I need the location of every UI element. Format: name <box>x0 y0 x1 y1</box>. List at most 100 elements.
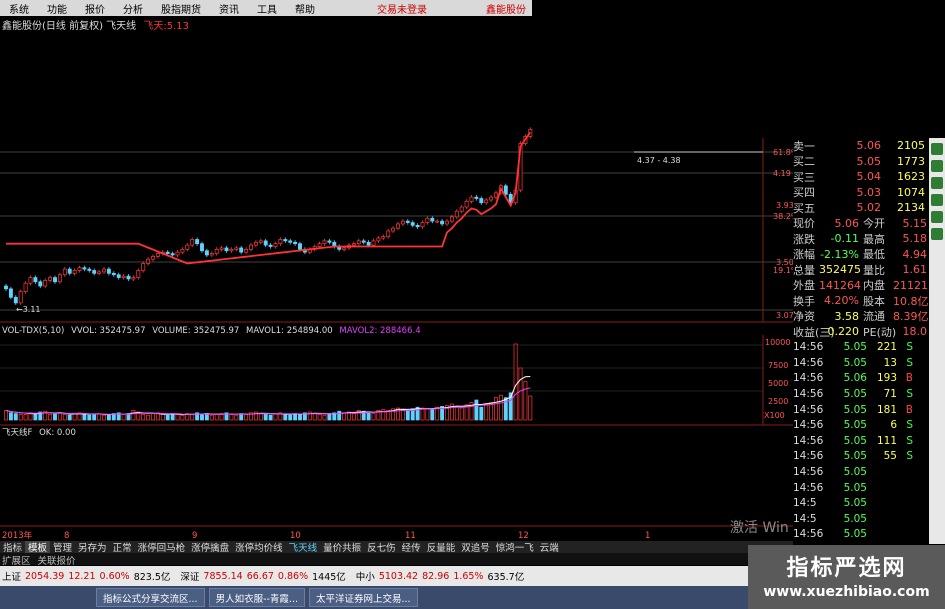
tick-row: 14:56 5.05 <box>793 527 929 543</box>
tab-3[interactable]: 另存为 <box>75 541 110 553</box>
tick-volume: 13 <box>883 356 897 369</box>
taskbar-window[interactable]: 指标公式分享交流区... <box>96 588 205 607</box>
stat-row: 换手 4.20% 股本 10.8亿 <box>793 293 929 309</box>
volume-bar <box>170 413 175 421</box>
tab-11[interactable]: 经传 <box>399 541 424 553</box>
taskbar-window[interactable]: 男人如衣服--青霞... <box>208 588 305 607</box>
candle-body <box>366 241 371 246</box>
candle-body <box>141 263 146 271</box>
tick-price: 5.05 <box>843 419 867 432</box>
candle-body <box>13 296 18 304</box>
tick-time: 14:56 <box>793 466 824 479</box>
candle-body <box>425 217 430 223</box>
tab-2[interactable]: 管理 <box>50 541 75 553</box>
volume-bar <box>459 407 464 421</box>
volume-bar <box>327 413 332 421</box>
candle-body <box>121 275 126 278</box>
order-label: 买五 <box>793 201 815 215</box>
tab-9[interactable]: 量价共振 <box>320 541 364 553</box>
tab-10[interactable]: 反七伤 <box>364 541 399 553</box>
volume-bar <box>523 381 528 421</box>
candle-body <box>381 236 386 239</box>
volume-bar <box>151 413 155 421</box>
tool-icon[interactable] <box>931 143 943 155</box>
tick-list[interactable]: 14:56 5.05 221 S 14:56 5.05 13 S 14:56 5.06 193 B 14… <box>793 340 929 545</box>
volume-bar <box>518 367 523 421</box>
candle-body <box>116 274 121 278</box>
candle-body <box>420 222 425 228</box>
order-row[interactable]: 买四 5.03 1074 <box>793 185 929 201</box>
sub-header-ok: OK: 0.00 <box>39 428 76 438</box>
volume-bar <box>425 408 430 421</box>
tick-price: 5.05 <box>843 356 867 369</box>
candle-body <box>77 267 82 271</box>
price-chart[interactable]: 61.8% 4.19 3.93 38.2% 3.50 19.1% 3.07 4.… <box>0 0 793 541</box>
candle-body <box>464 201 469 208</box>
stat-label: PE(动) <box>863 325 897 339</box>
date-9: 9 <box>192 531 197 541</box>
side-toolbar[interactable] <box>929 138 945 544</box>
tab-1[interactable]: 模板 <box>25 541 51 553</box>
tab-7[interactable]: 涨停均价线 <box>232 541 286 553</box>
stat-value: 211211 <box>893 278 929 292</box>
tool-icon[interactable] <box>931 177 943 189</box>
tab-13[interactable]: 双追号 <box>458 541 493 553</box>
tool-icon[interactable] <box>931 211 943 223</box>
stat-row: 涨跌 -0.11 最高 5.18 <box>793 231 929 247</box>
volume-bar <box>258 413 263 421</box>
tab-8[interactable]: 飞天线 <box>286 541 321 553</box>
volume-bar <box>121 414 126 421</box>
order-volume: 2134 <box>897 201 925 215</box>
volume-bar <box>454 406 459 421</box>
tick-time: 14:5 <box>793 497 817 510</box>
order-row[interactable]: 买三 5.04 1623 <box>793 169 929 185</box>
stats-block: 现价 5.06 今开 5.15 涨跌 -0.11 最高 5.18 涨幅 -2.13% 最低 4.94 总… <box>793 216 929 340</box>
tick-time: 14:56 <box>793 372 824 385</box>
volume-bar <box>141 414 146 421</box>
stat-label: 涨幅 <box>793 248 815 262</box>
extension-bar: 扩展区 关联报价 <box>0 553 793 567</box>
tool-icon[interactable] <box>931 160 943 172</box>
stat-value: 10.8亿 <box>893 294 929 308</box>
volume-bar <box>283 414 288 421</box>
tab-0[interactable]: 指标 <box>0 541 25 553</box>
candle-body <box>234 247 239 250</box>
order-row[interactable]: 买五 5.02 2134 <box>793 200 929 216</box>
tick-time: 14:56 <box>793 450 824 463</box>
tick-side: S <box>906 356 913 369</box>
candle-body <box>253 241 258 246</box>
candle-body <box>18 291 23 304</box>
volume-bar <box>503 397 508 421</box>
candle-body <box>131 277 136 280</box>
volume-bar <box>498 394 503 421</box>
date-10: 10 <box>290 531 301 541</box>
tick-row: 14:5 5.05 <box>793 495 929 511</box>
tick-row: 14:56 5.05 6 S <box>793 417 929 433</box>
tab-5[interactable]: 涨停回马枪 <box>135 541 189 553</box>
volume-bar <box>57 412 62 421</box>
tick-price: 5.05 <box>843 388 867 401</box>
volume-bar <box>371 413 376 421</box>
stat-label: 股本 <box>863 294 885 308</box>
vol-header-vvol: VVOL: 352475.97 <box>71 326 145 336</box>
order-row[interactable]: 卖一 5.06 2105 <box>793 138 929 154</box>
tab-15[interactable]: 云端 <box>537 541 562 553</box>
candle-body <box>459 206 464 212</box>
volume-bar <box>317 414 322 421</box>
tab-14[interactable]: 惊鸿一飞 <box>493 541 537 553</box>
tool-icon[interactable] <box>931 228 943 240</box>
volume-bar <box>244 414 249 421</box>
stat-value: 5.18 <box>902 232 928 246</box>
volume-bar <box>273 413 278 421</box>
tab-4[interactable]: 正常 <box>110 541 135 553</box>
taskbar-window[interactable]: 太平洋证券网上交易... <box>308 588 418 607</box>
tool-icon[interactable] <box>931 194 943 206</box>
tab-6[interactable]: 涨停擒盘 <box>188 541 232 553</box>
date-1: 1 <box>645 531 650 541</box>
order-row[interactable]: 买二 5.05 1773 <box>793 154 929 170</box>
tick-time: 14:56 <box>793 356 824 369</box>
tab-12[interactable]: 反量能 <box>424 541 459 553</box>
candle-body <box>136 270 141 278</box>
volume-bar <box>72 413 77 421</box>
tick-time: 14:56 <box>793 341 824 354</box>
